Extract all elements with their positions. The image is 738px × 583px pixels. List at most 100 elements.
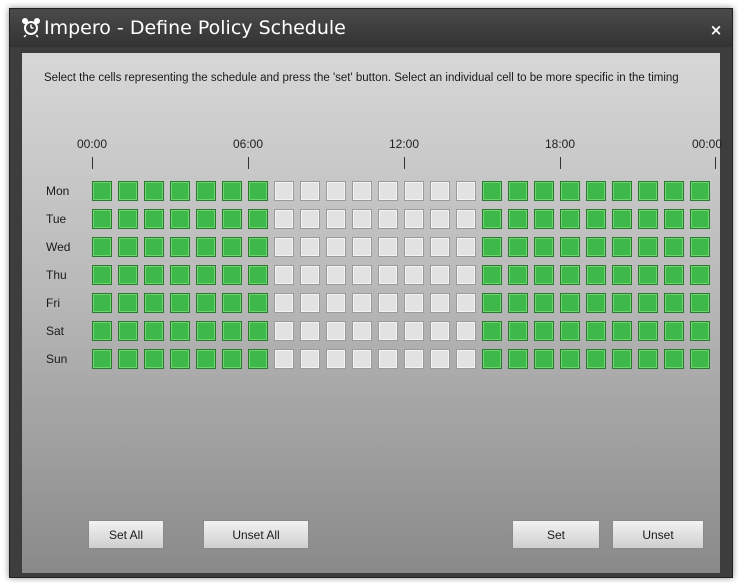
schedule-cell-sat-22[interactable] [664, 321, 684, 341]
schedule-cell-mon-4[interactable] [196, 181, 216, 201]
schedule-cell-wed-11[interactable] [378, 237, 398, 257]
schedule-cell-thu-16[interactable] [508, 265, 528, 285]
schedule-cell-wed-16[interactable] [508, 237, 528, 257]
schedule-cell-thu-20[interactable] [612, 265, 632, 285]
schedule-cell-wed-15[interactable] [482, 237, 502, 257]
schedule-cell-wed-0[interactable] [92, 237, 112, 257]
schedule-cell-sat-8[interactable] [300, 321, 320, 341]
schedule-cell-sat-19[interactable] [586, 321, 606, 341]
schedule-cell-fri-12[interactable] [404, 293, 424, 313]
schedule-cell-mon-14[interactable] [456, 181, 476, 201]
schedule-cell-sun-17[interactable] [534, 349, 554, 369]
schedule-cell-wed-4[interactable] [196, 237, 216, 257]
schedule-cell-fri-1[interactable] [118, 293, 138, 313]
schedule-cell-sat-9[interactable] [326, 321, 346, 341]
schedule-cell-tue-16[interactable] [508, 209, 528, 229]
schedule-cell-wed-20[interactable] [612, 237, 632, 257]
schedule-cell-sat-13[interactable] [430, 321, 450, 341]
schedule-cell-tue-5[interactable] [222, 209, 242, 229]
schedule-cell-sat-20[interactable] [612, 321, 632, 341]
schedule-cell-thu-9[interactable] [326, 265, 346, 285]
schedule-cell-mon-22[interactable] [664, 181, 684, 201]
schedule-cell-thu-2[interactable] [144, 265, 164, 285]
schedule-cell-sat-21[interactable] [638, 321, 658, 341]
schedule-cell-tue-9[interactable] [326, 209, 346, 229]
schedule-cell-wed-12[interactable] [404, 237, 424, 257]
schedule-cell-tue-14[interactable] [456, 209, 476, 229]
schedule-cell-sun-22[interactable] [664, 349, 684, 369]
schedule-cell-wed-17[interactable] [534, 237, 554, 257]
schedule-cell-sun-2[interactable] [144, 349, 164, 369]
schedule-cell-wed-2[interactable] [144, 237, 164, 257]
schedule-cell-wed-7[interactable] [274, 237, 294, 257]
schedule-cell-sat-11[interactable] [378, 321, 398, 341]
schedule-cell-thu-6[interactable] [248, 265, 268, 285]
schedule-cell-sun-16[interactable] [508, 349, 528, 369]
schedule-cell-sun-7[interactable] [274, 349, 294, 369]
schedule-cell-fri-15[interactable] [482, 293, 502, 313]
schedule-cell-fri-18[interactable] [560, 293, 580, 313]
schedule-cell-mon-7[interactable] [274, 181, 294, 201]
schedule-cell-tue-13[interactable] [430, 209, 450, 229]
schedule-cell-sat-23[interactable] [690, 321, 710, 341]
schedule-cell-mon-23[interactable] [690, 181, 710, 201]
schedule-cell-thu-7[interactable] [274, 265, 294, 285]
schedule-cell-wed-21[interactable] [638, 237, 658, 257]
schedule-cell-sun-6[interactable] [248, 349, 268, 369]
schedule-cell-tue-20[interactable] [612, 209, 632, 229]
schedule-cell-fri-13[interactable] [430, 293, 450, 313]
schedule-cell-thu-15[interactable] [482, 265, 502, 285]
schedule-cell-sat-10[interactable] [352, 321, 372, 341]
schedule-cell-thu-3[interactable] [170, 265, 190, 285]
schedule-cell-fri-22[interactable] [664, 293, 684, 313]
schedule-cell-wed-10[interactable] [352, 237, 372, 257]
schedule-cell-sun-11[interactable] [378, 349, 398, 369]
schedule-cell-fri-14[interactable] [456, 293, 476, 313]
close-button[interactable]: × [708, 22, 724, 38]
schedule-cell-sat-6[interactable] [248, 321, 268, 341]
schedule-cell-tue-19[interactable] [586, 209, 606, 229]
schedule-cell-sun-21[interactable] [638, 349, 658, 369]
schedule-cell-thu-21[interactable] [638, 265, 658, 285]
schedule-cell-wed-1[interactable] [118, 237, 138, 257]
schedule-cell-wed-3[interactable] [170, 237, 190, 257]
schedule-cell-thu-14[interactable] [456, 265, 476, 285]
schedule-cell-wed-9[interactable] [326, 237, 346, 257]
schedule-cell-sun-0[interactable] [92, 349, 112, 369]
schedule-cell-wed-19[interactable] [586, 237, 606, 257]
schedule-cell-wed-14[interactable] [456, 237, 476, 257]
set-button[interactable]: Set [512, 520, 600, 549]
schedule-cell-mon-19[interactable] [586, 181, 606, 201]
schedule-cell-fri-19[interactable] [586, 293, 606, 313]
schedule-cell-thu-10[interactable] [352, 265, 372, 285]
schedule-cell-sun-15[interactable] [482, 349, 502, 369]
schedule-cell-sun-20[interactable] [612, 349, 632, 369]
schedule-cell-sun-9[interactable] [326, 349, 346, 369]
schedule-cell-thu-22[interactable] [664, 265, 684, 285]
schedule-cell-tue-21[interactable] [638, 209, 658, 229]
schedule-cell-tue-7[interactable] [274, 209, 294, 229]
schedule-cell-mon-10[interactable] [352, 181, 372, 201]
schedule-cell-thu-23[interactable] [690, 265, 710, 285]
schedule-cell-sat-18[interactable] [560, 321, 580, 341]
schedule-cell-sun-14[interactable] [456, 349, 476, 369]
schedule-cell-wed-6[interactable] [248, 237, 268, 257]
schedule-cell-thu-11[interactable] [378, 265, 398, 285]
schedule-cell-fri-10[interactable] [352, 293, 372, 313]
schedule-cell-sun-3[interactable] [170, 349, 190, 369]
schedule-cell-fri-8[interactable] [300, 293, 320, 313]
schedule-cell-thu-13[interactable] [430, 265, 450, 285]
schedule-cell-fri-11[interactable] [378, 293, 398, 313]
schedule-cell-sat-4[interactable] [196, 321, 216, 341]
schedule-cell-thu-8[interactable] [300, 265, 320, 285]
schedule-cell-tue-10[interactable] [352, 209, 372, 229]
schedule-cell-mon-16[interactable] [508, 181, 528, 201]
schedule-cell-mon-20[interactable] [612, 181, 632, 201]
schedule-cell-thu-12[interactable] [404, 265, 424, 285]
schedule-cell-fri-7[interactable] [274, 293, 294, 313]
schedule-cell-fri-3[interactable] [170, 293, 190, 313]
schedule-cell-tue-18[interactable] [560, 209, 580, 229]
schedule-cell-thu-19[interactable] [586, 265, 606, 285]
schedule-cell-sun-5[interactable] [222, 349, 242, 369]
schedule-cell-thu-17[interactable] [534, 265, 554, 285]
